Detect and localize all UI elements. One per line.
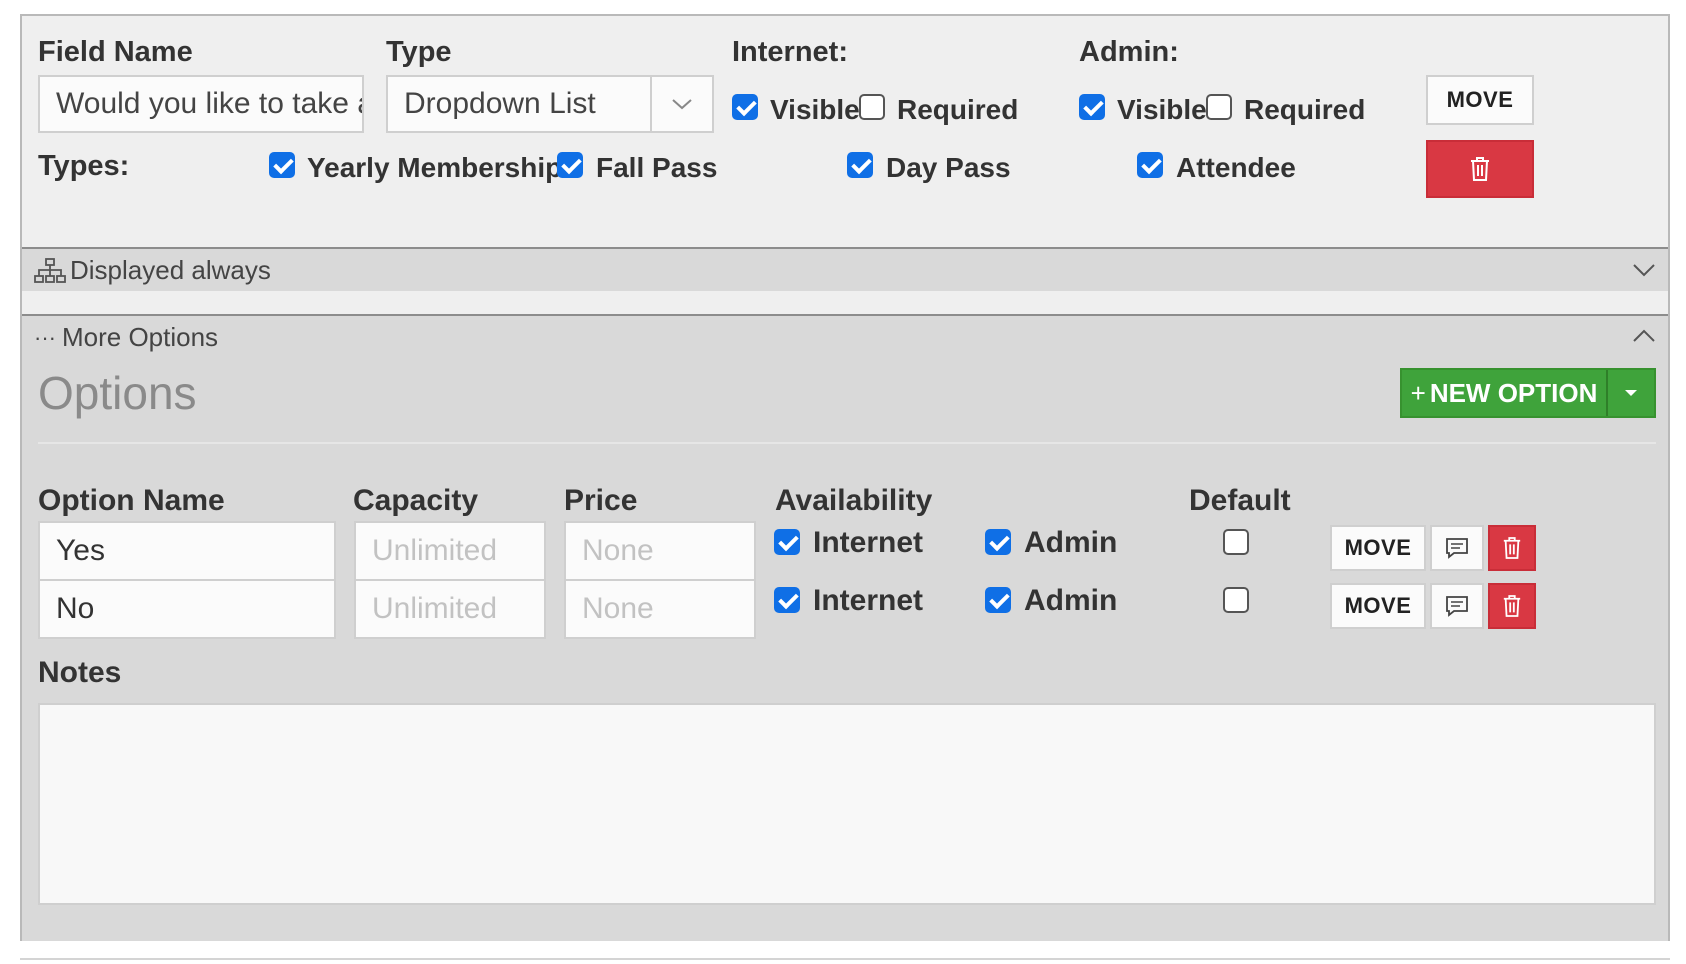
type-checkbox-day-pass[interactable] bbox=[847, 152, 873, 178]
col-capacity: Capacity bbox=[353, 484, 479, 517]
option-name-input[interactable]: No bbox=[38, 579, 336, 639]
admin-required-label: Required bbox=[1244, 94, 1366, 125]
option-name-input[interactable]: Yes bbox=[38, 521, 336, 581]
col-price: Price bbox=[564, 484, 638, 517]
field-name-input[interactable]: Would you like to take a bbox=[38, 75, 364, 133]
trash-icon bbox=[1503, 595, 1521, 617]
trash-icon bbox=[1471, 157, 1489, 181]
option-comment-button[interactable] bbox=[1430, 583, 1484, 629]
more-options-toggle[interactable]: ··· More Options bbox=[34, 322, 218, 353]
more-options-label: More Options bbox=[61, 322, 219, 352]
option-admin-checkbox[interactable] bbox=[985, 587, 1011, 613]
option-admin-label: Admin bbox=[1024, 526, 1118, 559]
field-settings: Field Name Would you like to take a Type… bbox=[22, 16, 1668, 266]
display-condition-label: Displayed always bbox=[70, 255, 271, 285]
option-admin-label: Admin bbox=[1024, 584, 1118, 617]
chevron-down-icon bbox=[650, 77, 712, 131]
field-name-label: Field Name bbox=[38, 36, 193, 68]
type-checkbox-yearly-membership[interactable] bbox=[269, 152, 295, 178]
col-option-name: Option Name bbox=[38, 484, 225, 517]
internet-required-checkbox[interactable] bbox=[859, 94, 885, 120]
internet-visible-checkbox[interactable] bbox=[732, 94, 758, 120]
plus-icon: + bbox=[1410, 377, 1426, 408]
option-internet-checkbox[interactable] bbox=[774, 587, 800, 613]
move-option-button[interactable]: MOVE bbox=[1330, 525, 1426, 571]
move-option-button[interactable]: MOVE bbox=[1330, 583, 1426, 629]
new-option-button[interactable]: + NEW OPTION bbox=[1402, 370, 1606, 416]
admin-label: Admin: bbox=[1079, 36, 1179, 68]
internet-label: Internet: bbox=[732, 36, 848, 68]
ellipsis-icon: ··· bbox=[34, 324, 56, 350]
type-label: Type bbox=[386, 36, 452, 68]
type-label-fall-pass: Fall Pass bbox=[596, 152, 718, 183]
type-label-attendee: Attendee bbox=[1176, 152, 1296, 183]
comment-icon bbox=[1446, 596, 1468, 617]
col-default: Default bbox=[1189, 484, 1291, 517]
more-options-section: ··· More Options Options + NEW OPTION Op… bbox=[22, 314, 1668, 941]
trash-icon bbox=[1503, 537, 1521, 559]
admin-visible-label: Visible bbox=[1117, 94, 1207, 125]
delete-option-button[interactable] bbox=[1488, 525, 1536, 571]
caret-down-icon bbox=[1625, 390, 1637, 396]
types-label: Types: bbox=[38, 150, 130, 182]
display-condition-content: Displayed always bbox=[34, 255, 271, 286]
option-capacity-input[interactable]: Unlimited bbox=[354, 521, 546, 581]
delete-field-button[interactable] bbox=[1426, 140, 1534, 198]
field-editor-panel: Field Name Would you like to take a Type… bbox=[20, 14, 1670, 941]
chevron-up-icon[interactable] bbox=[1632, 328, 1656, 344]
option-default-checkbox[interactable] bbox=[1223, 587, 1249, 613]
option-price-input[interactable]: None bbox=[564, 579, 756, 639]
type-select-value: Dropdown List bbox=[404, 87, 596, 120]
option-capacity-input[interactable]: Unlimited bbox=[354, 579, 546, 639]
notes-label: Notes bbox=[38, 656, 122, 689]
type-label-yearly-membership: Yearly Membership bbox=[307, 152, 563, 183]
internet-required-label: Required bbox=[897, 94, 1019, 125]
admin-visible-checkbox[interactable] bbox=[1079, 94, 1105, 120]
comment-icon bbox=[1446, 538, 1468, 559]
options-title: Options bbox=[38, 367, 197, 419]
option-admin-checkbox[interactable] bbox=[985, 529, 1011, 555]
field-name-value: Would you like to take a bbox=[56, 87, 364, 120]
new-option-button-group: + NEW OPTION bbox=[1400, 368, 1656, 418]
bottom-divider bbox=[20, 958, 1670, 960]
option-comment-button[interactable] bbox=[1430, 525, 1484, 571]
type-label-day-pass: Day Pass bbox=[886, 152, 1011, 183]
option-price-input[interactable]: None bbox=[564, 521, 756, 581]
display-condition-bar[interactable]: Displayed always bbox=[22, 247, 1668, 291]
col-availability: Availability bbox=[775, 484, 933, 517]
option-internet-label: Internet bbox=[813, 526, 924, 559]
notes-textarea[interactable] bbox=[38, 703, 1656, 905]
new-option-label: NEW OPTION bbox=[1429, 377, 1598, 408]
option-default-checkbox[interactable] bbox=[1223, 529, 1249, 555]
option-internet-checkbox[interactable] bbox=[774, 529, 800, 555]
admin-required-checkbox[interactable] bbox=[1206, 94, 1232, 120]
option-internet-label: Internet bbox=[813, 584, 924, 617]
delete-option-button[interactable] bbox=[1488, 583, 1536, 629]
options-divider bbox=[38, 442, 1656, 444]
type-checkbox-fall-pass[interactable] bbox=[557, 152, 583, 178]
type-checkbox-attendee[interactable] bbox=[1137, 152, 1163, 178]
internet-visible-label: Visible bbox=[770, 94, 860, 125]
move-field-button[interactable]: MOVE bbox=[1426, 75, 1534, 125]
type-select[interactable]: Dropdown List bbox=[386, 75, 714, 133]
sitemap-icon bbox=[34, 257, 66, 283]
chevron-down-icon bbox=[1633, 264, 1655, 277]
new-option-dropdown-button[interactable] bbox=[1606, 370, 1654, 416]
